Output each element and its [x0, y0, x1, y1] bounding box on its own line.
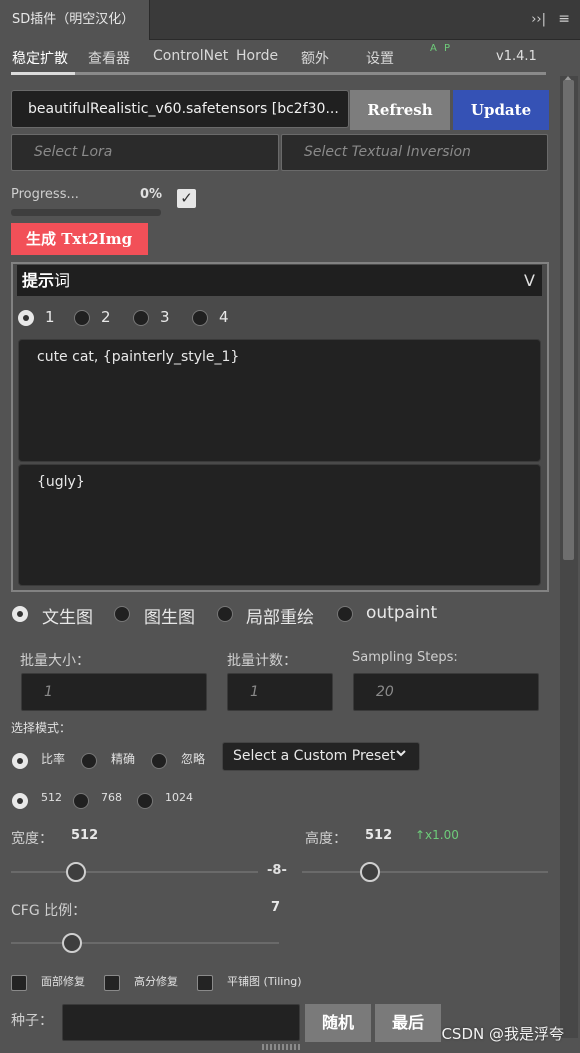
res-768-label: 768 [101, 791, 122, 804]
mode-img2img-radio[interactable] [114, 606, 130, 622]
ignore-radio[interactable] [151, 753, 167, 769]
batch-count-input[interactable]: 1 [227, 673, 333, 711]
res-768-radio[interactable] [73, 793, 89, 809]
progress-percent: 0% [140, 187, 163, 202]
random-seed-button[interactable]: 随机 [305, 1004, 371, 1042]
chevron-down-icon[interactable] [396, 748, 406, 758]
update-button[interactable]: Update [453, 90, 549, 130]
progress-checkbox[interactable]: ✓ [177, 189, 196, 208]
lora-select[interactable]: Select Lora [11, 134, 279, 171]
collapse-panel-icon[interactable]: ››| [531, 12, 546, 27]
seed-input[interactable] [62, 1004, 300, 1041]
tab-bar-underline [11, 72, 546, 75]
prompt-slot-2-label: 2 [101, 308, 111, 326]
model-select[interactable]: beautifulRealistic_v60.safetensors [bc2f… [11, 90, 349, 128]
prompt-header-rest: 词 [54, 271, 71, 290]
tab-settings[interactable]: 设置 [366, 48, 394, 68]
tiling-checkbox[interactable] [197, 975, 213, 991]
generate-txt2img-button[interactable]: 生成 Txt2Img [11, 223, 148, 255]
width-label: 宽度： [11, 831, 53, 847]
ap-indicator: A P [430, 43, 453, 54]
active-tab-indicator [11, 72, 75, 75]
last-seed-button[interactable]: 最后 [375, 1004, 441, 1042]
tab-viewer[interactable]: 查看器 [88, 48, 130, 68]
link-aspect-icon[interactable]: -8- [267, 863, 287, 878]
res-512-label: 512 [41, 791, 62, 804]
cfg-label: CFG 比例： [11, 903, 87, 919]
mode-outpaint-radio[interactable] [337, 606, 353, 622]
batch-count-label: 批量计数： [227, 653, 297, 669]
prompt-slot-2-radio[interactable] [74, 310, 90, 326]
res-512-radio[interactable] [12, 793, 28, 809]
custom-preset-select[interactable]: Select a Custom Preset [222, 742, 420, 771]
batch-size-label: 批量大小： [20, 653, 90, 669]
ratio-label: 比率 [41, 752, 66, 766]
face-fix-label: 面部修复 [41, 975, 85, 988]
cfg-slider-thumb[interactable] [62, 933, 82, 953]
sampling-steps-label: Sampling Steps: [352, 650, 458, 665]
hires-fix-label: 高分修复 [134, 975, 178, 988]
prompt-slot-3-radio[interactable] [133, 310, 149, 326]
height-label: 高度： [305, 831, 347, 847]
tab-stable-diffusion[interactable]: 稳定扩散 [12, 48, 68, 68]
seed-label: 种子： [11, 1013, 53, 1029]
mode-inpaint-radio[interactable] [217, 606, 233, 622]
watermark: CSDN @我是浮夸 [441, 1025, 564, 1043]
batch-size-input[interactable]: 1 [21, 673, 207, 711]
select-mode-label: 选择模式： [11, 721, 72, 735]
face-fix-checkbox[interactable] [11, 975, 27, 991]
negative-prompt-textarea[interactable]: {ugly} [18, 464, 541, 586]
hires-fix-checkbox[interactable] [104, 975, 120, 991]
prompt-slot-4-label: 4 [219, 308, 229, 326]
scrollbar-thumb[interactable] [563, 80, 574, 560]
ratio-radio[interactable] [12, 753, 28, 769]
height-slider-thumb[interactable] [360, 862, 380, 882]
resize-grip[interactable] [262, 1044, 302, 1050]
mode-outpaint-label: outpaint [366, 603, 438, 623]
height-slider-track[interactable] [302, 871, 548, 873]
mode-inpaint-label: 局部重绘 [246, 608, 314, 628]
textual-inversion-select[interactable]: Select Textual Inversion [281, 134, 548, 171]
version-label: v1.4.1 [496, 49, 537, 64]
prompt-header[interactable]: 提示词 [17, 265, 542, 296]
cfg-value: 7 [271, 900, 281, 915]
exact-radio[interactable] [81, 753, 97, 769]
tab-extra[interactable]: 额外 [301, 48, 329, 68]
prompt-slot-1-radio[interactable] [18, 310, 34, 326]
prompt-header-bold: 提示 [22, 271, 55, 290]
progress-bar [11, 209, 161, 216]
progress-label: Progress... [11, 187, 79, 202]
aspect-ratio-text: ↑x1.00 [415, 828, 459, 842]
positive-prompt-textarea[interactable]: cute cat, {painterly_style_1} [18, 339, 541, 462]
height-value: 512 [365, 828, 393, 843]
exact-label: 精确 [111, 752, 136, 766]
width-value: 512 [71, 828, 99, 843]
prompt-slot-1-label: 1 [45, 308, 55, 326]
width-slider-thumb[interactable] [66, 862, 86, 882]
mode-txt2img-radio[interactable] [12, 606, 28, 622]
mode-img2img-label: 图生图 [144, 608, 195, 628]
prompt-slot-4-radio[interactable] [192, 310, 208, 326]
tiling-label: 平铺图 (Tiling) [227, 975, 302, 988]
width-slider-track[interactable] [11, 871, 258, 873]
refresh-button[interactable]: Refresh [350, 90, 450, 130]
sampling-steps-input[interactable]: 20 [353, 673, 539, 711]
panel-title-tab[interactable]: SD插件（明空汉化） [0, 0, 150, 40]
prompt-slot-3-label: 3 [160, 308, 170, 326]
res-1024-label: 1024 [165, 791, 193, 804]
cfg-slider-track[interactable] [11, 942, 279, 944]
mode-txt2img-label: 文生图 [42, 608, 93, 628]
ignore-label: 忽略 [181, 752, 206, 766]
res-1024-radio[interactable] [137, 793, 153, 809]
tab-horde[interactable]: Horde [236, 48, 278, 64]
tab-controlnet[interactable]: ControlNet [153, 48, 228, 64]
panel-menu-icon[interactable]: ≡ [558, 11, 570, 27]
prompt-collapse-icon[interactable]: V [524, 271, 535, 290]
